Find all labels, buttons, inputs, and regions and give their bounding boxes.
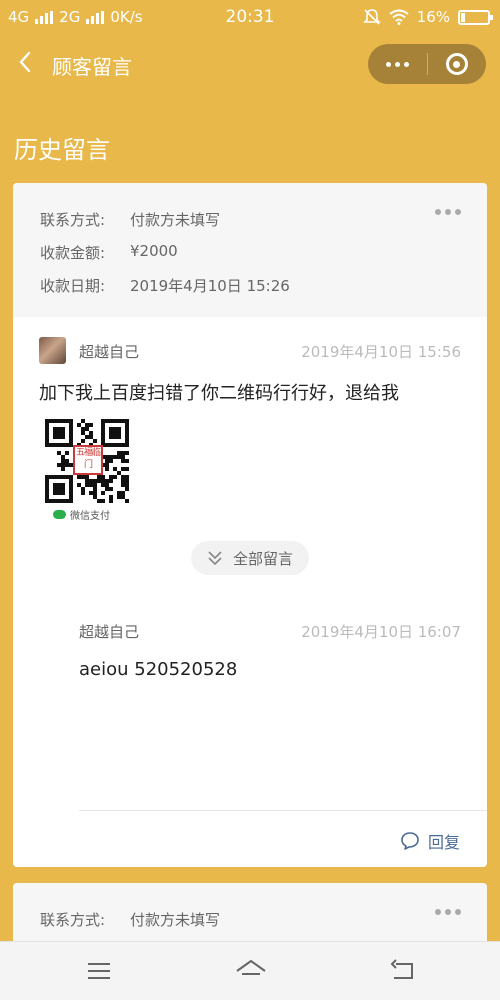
reply-user: 超越自己 — [79, 623, 140, 641]
mini-program-capsule — [368, 44, 486, 84]
message-card: 联系方式: 付款方未填写 收款金额: ¥2000 收款日期: 2019年4月10日 1… — [13, 183, 487, 867]
qr-badge: 五福临门 — [73, 445, 103, 475]
message-text: 加下我上百度扫错了你二维码行行好，退给我 — [39, 383, 399, 404]
amount-value: ¥2000 — [130, 242, 178, 260]
more-dots-icon[interactable] — [368, 44, 427, 84]
target-close-icon[interactable] — [428, 44, 487, 84]
chevron-left-icon[interactable] — [12, 48, 40, 76]
section-title: 历史留言 — [14, 136, 110, 164]
nav-bar: 顾客留言 — [0, 36, 500, 96]
card-more-icon[interactable] — [435, 909, 461, 915]
home-icon[interactable] — [234, 958, 268, 984]
reply-button[interactable]: 回复 — [400, 829, 460, 853]
date-value: 2019年4月10日 15:26 — [130, 277, 290, 295]
contact-label: 联系方式: — [40, 911, 106, 929]
system-nav-bar — [0, 941, 500, 1000]
all-messages-button[interactable]: 全部留言 — [191, 541, 309, 575]
message-time: 2019年4月10日 15:56 — [301, 343, 461, 361]
wifi-icon — [389, 9, 409, 25]
message-user: 超越自己 — [79, 343, 140, 361]
status-bar: 4G 2G 0K/s 20:31 16% — [0, 0, 500, 36]
contact-label: 联系方式: — [40, 211, 106, 229]
all-messages-label: 全部留言 — [232, 549, 293, 568]
wechat-pay-caption: 微信支付 — [53, 507, 110, 522]
date-label: 收款日期: — [40, 277, 106, 295]
battery-level — [461, 12, 466, 22]
payment-info: 联系方式: 付款方未填写 — [13, 883, 487, 941]
wechat-pay-label: 微信支付 — [70, 511, 110, 522]
battery-icon — [458, 9, 493, 25]
payment-info: 联系方式: 付款方未填写 收款金额: ¥2000 收款日期: 2019年4月10日 1… — [13, 183, 487, 317]
mute-icon — [362, 9, 381, 25]
wechat-pay-icon — [53, 510, 66, 519]
message-card: 联系方式: 付款方未填写 — [13, 883, 487, 941]
divider — [79, 810, 487, 811]
message-thread: 超越自己 2019年4月10日 15:56 加下我上百度扫错了你二维码行行好，退… — [13, 317, 487, 867]
back-icon[interactable] — [388, 958, 418, 984]
amount-label: 收款金额: — [40, 244, 106, 262]
reply-time: 2019年4月10日 16:07 — [301, 623, 461, 641]
reply-label: 回复 — [427, 833, 460, 852]
page-title: 顾客留言 — [52, 55, 132, 79]
reply-text: aeiou 520520528 — [79, 659, 238, 680]
qr-code-image[interactable]: 五福临门 微信支付 — [43, 419, 131, 522]
contact-value: 付款方未填写 — [130, 211, 221, 229]
contact-value: 付款方未填写 — [130, 911, 221, 929]
card-more-icon[interactable] — [435, 209, 461, 215]
menu-icon[interactable] — [84, 958, 114, 984]
double-chevron-down-icon — [208, 551, 222, 566]
battery-percent: 16% — [416, 8, 450, 26]
comment-icon — [401, 832, 419, 850]
avatar[interactable] — [39, 337, 66, 364]
